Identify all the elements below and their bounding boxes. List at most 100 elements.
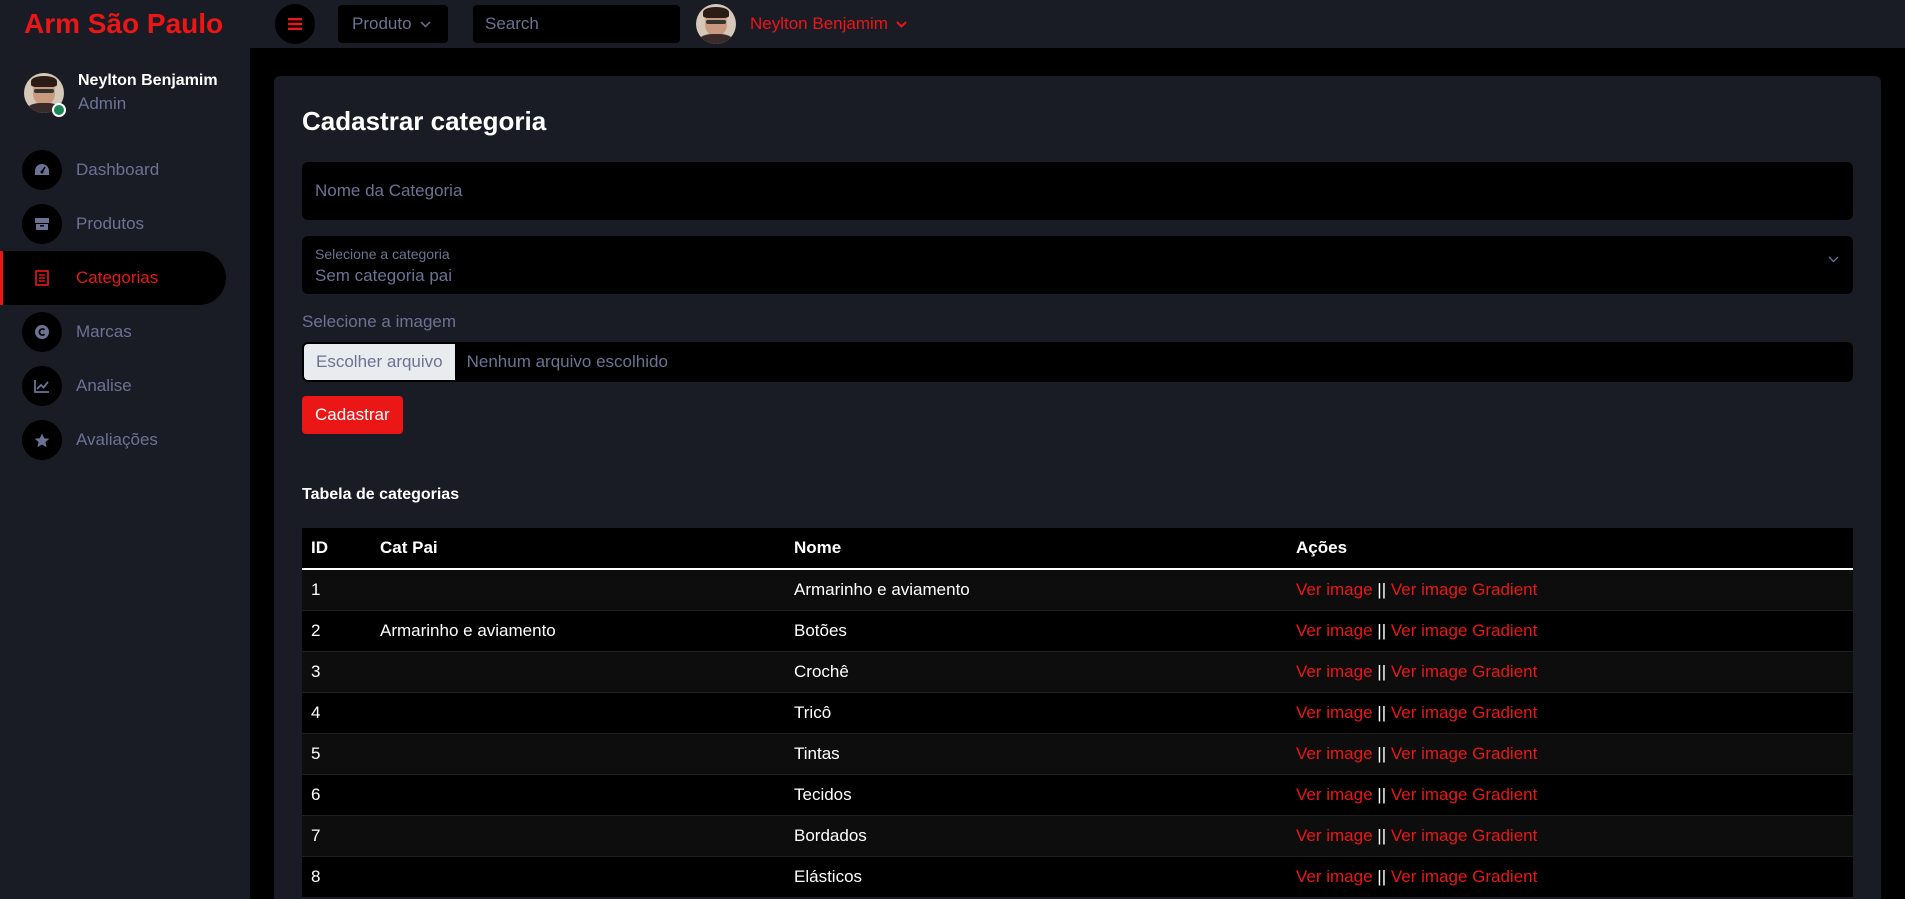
sidebar-item-label: Produtos xyxy=(76,214,145,233)
table-row: 3 Crochê Ver image || Ver image Gradient xyxy=(302,651,1853,692)
cell-acoes: Ver image || Ver image Gradient xyxy=(1287,733,1853,774)
sidebar-user-name: Neylton Benjamim xyxy=(78,72,218,89)
ver-image-gradient-link[interactable]: Ver image Gradient xyxy=(1391,785,1537,804)
cell-nome: Tecidos xyxy=(794,784,852,804)
ver-image-link[interactable]: Ver image xyxy=(1296,621,1373,640)
ver-image-gradient-link[interactable]: Ver image Gradient xyxy=(1391,580,1537,599)
cell-cat-pai xyxy=(371,856,785,897)
ver-image-link[interactable]: Ver image xyxy=(1296,580,1373,599)
ver-image-gradient-link[interactable]: Ver image Gradient xyxy=(1391,662,1537,681)
column-header-cat-pai: Cat Pai xyxy=(380,538,438,557)
column-header-id: ID xyxy=(311,538,328,557)
cell-acoes: Ver image || Ver image Gradient xyxy=(1287,569,1853,610)
cell-acoes: Ver image || Ver image Gradient xyxy=(1287,651,1853,692)
sidebar-item-marcas[interactable]: Marcas xyxy=(0,305,250,359)
ver-image-gradient-link[interactable]: Ver image Gradient xyxy=(1391,703,1537,722)
ver-image-link[interactable]: Ver image xyxy=(1296,744,1373,763)
chevron-down-icon xyxy=(896,20,907,28)
table-row: 7 Bordados Ver image || Ver image Gradie… xyxy=(302,815,1853,856)
sidebar: Neylton Benjamim Admin Dashboard Produto… xyxy=(0,48,250,899)
cell-nome: Elásticos xyxy=(794,866,863,886)
cell-nome: Tricô xyxy=(794,702,832,722)
cell-acoes: Ver image || Ver image Gradient xyxy=(1287,815,1853,856)
table-row: 4 Tricô Ver image || Ver image Gradient xyxy=(302,692,1853,733)
cell-id: 8 xyxy=(311,866,321,886)
sidebar-item-categorias[interactable]: Categorias xyxy=(0,251,226,305)
sidebar-item-avaliacoes[interactable]: Avaliações xyxy=(0,413,250,467)
tachometer-icon xyxy=(22,150,62,190)
ver-image-link[interactable]: Ver image xyxy=(1296,703,1373,722)
action-separator: || xyxy=(1377,825,1387,845)
cell-id: 7 xyxy=(311,825,321,845)
action-separator: || xyxy=(1377,866,1387,886)
sidebar-item-label: Marcas xyxy=(76,322,132,341)
cell-id: 4 xyxy=(311,702,321,722)
cell-cat-pai xyxy=(371,692,785,733)
ver-image-link[interactable]: Ver image xyxy=(1296,867,1373,886)
sidebar-item-label: Avaliações xyxy=(76,430,158,449)
image-file-input[interactable]: Escolher arquivo Nenhum arquivo escolhid… xyxy=(302,342,1853,382)
cell-acoes: Ver image || Ver image Gradient xyxy=(1287,856,1853,897)
sidebar-item-label: Analise xyxy=(76,376,132,395)
bars-icon xyxy=(288,18,302,30)
action-separator: || xyxy=(1377,702,1387,722)
search-input[interactable] xyxy=(473,5,680,43)
choose-file-button[interactable]: Escolher arquivo xyxy=(304,344,455,380)
cell-cat-pai: Armarinho e aviamento xyxy=(380,620,556,640)
column-header-acoes: Ações xyxy=(1296,538,1348,557)
ver-image-gradient-link[interactable]: Ver image Gradient xyxy=(1391,744,1537,763)
sidebar-toggle-button[interactable] xyxy=(275,4,315,44)
cell-id: 5 xyxy=(311,743,321,763)
cell-id: 3 xyxy=(311,661,321,681)
cell-acoes: Ver image || Ver image Gradient xyxy=(1287,692,1853,733)
list-icon xyxy=(22,258,62,298)
ver-image-gradient-link[interactable]: Ver image Gradient xyxy=(1391,867,1537,886)
cell-nome: Armarinho e aviamento xyxy=(794,579,970,599)
table-row: 8 Elásticos Ver image || Ver image Gradi… xyxy=(302,856,1853,897)
ver-image-gradient-link[interactable]: Ver image Gradient xyxy=(1391,621,1537,640)
parent-category-value: Sem categoria pai xyxy=(315,266,453,285)
sidebar-item-produtos[interactable]: Produtos xyxy=(0,197,250,251)
sidebar-user-profile: Neylton Benjamim Admin xyxy=(24,72,218,117)
action-separator: || xyxy=(1377,743,1387,763)
sidebar-item-dashboard[interactable]: Dashboard xyxy=(0,143,250,197)
cell-acoes: Ver image || Ver image Gradient xyxy=(1287,610,1853,651)
produto-dropdown[interactable]: Produto xyxy=(338,5,448,43)
brand-logo[interactable]: Arm São Paulo xyxy=(24,8,223,40)
sidebar-item-analise[interactable]: Analise xyxy=(0,359,250,413)
image-field-label: Selecione a imagem xyxy=(302,312,457,331)
cell-id: 1 xyxy=(311,579,321,599)
cell-cat-pai xyxy=(371,815,785,856)
parent-category-label: Selecione a categoria xyxy=(315,246,450,262)
sidebar-nav: Dashboard Produtos Categorias Marcas Ana… xyxy=(0,143,250,467)
action-separator: || xyxy=(1377,620,1387,640)
online-status-indicator xyxy=(52,103,66,117)
cadastrar-button[interactable]: Cadastrar xyxy=(302,396,403,434)
produto-dropdown-label: Produto xyxy=(352,14,412,33)
table-row: 2 Armarinho e aviamento Botões Ver image… xyxy=(302,610,1853,651)
main-content: Cadastrar categoria Selecione a categori… xyxy=(250,48,1905,899)
column-header-nome: Nome xyxy=(794,538,842,557)
cell-id: 2 xyxy=(311,620,321,640)
action-separator: || xyxy=(1377,579,1387,599)
table-row: 1 Armarinho e aviamento Ver image || Ver… xyxy=(302,569,1853,610)
ver-image-link[interactable]: Ver image xyxy=(1296,826,1373,845)
table-row: 5 Tintas Ver image || Ver image Gradient xyxy=(302,733,1853,774)
category-card: Cadastrar categoria Selecione a categori… xyxy=(274,76,1881,899)
ver-image-gradient-link[interactable]: Ver image Gradient xyxy=(1391,826,1537,845)
chart-line-icon xyxy=(22,366,62,406)
cell-nome: Crochê xyxy=(794,661,849,681)
sidebar-item-label: Categorias xyxy=(76,268,159,287)
category-name-input[interactable] xyxy=(302,162,1853,220)
ver-image-link[interactable]: Ver image xyxy=(1296,785,1373,804)
ver-image-link[interactable]: Ver image xyxy=(1296,662,1373,681)
categories-table: ID Cat Pai Nome Ações 1 Armarinho e avia… xyxy=(302,528,1853,898)
cell-acoes: Ver image || Ver image Gradient xyxy=(1287,774,1853,815)
chevron-down-icon xyxy=(1828,256,1839,263)
action-separator: || xyxy=(1377,784,1387,804)
user-menu-dropdown[interactable]: Neylton Benjamim xyxy=(696,4,907,44)
cell-cat-pai xyxy=(371,651,785,692)
cell-nome: Tintas xyxy=(794,743,840,763)
parent-category-select[interactable]: Selecione a categoria Sem categoria pai xyxy=(302,236,1853,294)
cell-cat-pai xyxy=(371,569,785,610)
